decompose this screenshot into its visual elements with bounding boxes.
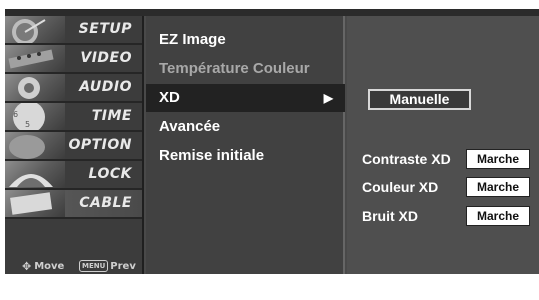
category-lock[interactable]: LOCK xyxy=(5,161,142,190)
menu-item-avancee[interactable]: Avancée xyxy=(146,113,345,141)
picture-menu: EZ Image Température Couleur XD ▶ Avancé… xyxy=(146,16,345,274)
prev-hint-label: Prev xyxy=(110,261,136,272)
category-label: TIME xyxy=(91,108,132,124)
category-label: AUDIO xyxy=(79,79,132,95)
category-video[interactable]: VIDEO xyxy=(5,45,142,74)
prev-hint: MENU Prev xyxy=(79,260,136,278)
menu-item-label: EZ Image xyxy=(159,31,226,48)
menu-key-icon: MENU xyxy=(79,260,109,272)
category-label: LOCK xyxy=(88,166,132,182)
speaker-icon xyxy=(5,74,65,101)
param-label: Bruit XD xyxy=(362,208,418,224)
menu-item-label: Avancée xyxy=(159,118,221,135)
param-label: Couleur XD xyxy=(362,179,439,195)
param-value-toggle[interactable]: Marche xyxy=(466,206,530,226)
xd-submenu xyxy=(347,16,539,274)
submenu-arrow-icon: ▶ xyxy=(323,91,333,105)
move-hint: ✥ Move xyxy=(22,260,64,278)
menu-item-label: Remise initiale xyxy=(159,147,265,164)
category-option[interactable]: OPTION xyxy=(5,132,142,161)
category-audio[interactable]: AUDIO xyxy=(5,74,142,103)
param-label: Contraste XD xyxy=(362,151,451,167)
option-tag-icon xyxy=(5,132,65,159)
category-time[interactable]: 65 TIME xyxy=(5,103,142,132)
menu-item-ez-image[interactable]: EZ Image xyxy=(146,26,345,54)
svg-text:6: 6 xyxy=(13,110,18,119)
menu-item-remise-initiale[interactable]: Remise initiale xyxy=(146,142,345,170)
menu-item-temperature-couleur[interactable]: Température Couleur xyxy=(146,55,345,83)
cable-icon xyxy=(5,190,65,217)
satellite-dish-icon xyxy=(5,16,65,43)
category-label: OPTION xyxy=(68,137,132,153)
film-reel-icon xyxy=(5,45,65,72)
category-label: VIDEO xyxy=(80,50,132,66)
category-label: SETUP xyxy=(78,21,132,37)
svg-text:5: 5 xyxy=(25,120,30,129)
four-way-arrows-icon: ✥ xyxy=(22,260,32,273)
menu-item-label: Température Couleur xyxy=(159,60,310,77)
tv-osd-screen: SETUP VIDEO AUDIO 65 TIME OPTION LOCK CA… xyxy=(0,0,539,300)
clock-icon: 65 xyxy=(5,103,65,130)
xd-mode-selector[interactable]: Manuelle xyxy=(368,89,471,110)
menu-item-xd[interactable]: XD ▶ xyxy=(146,84,345,112)
param-value-toggle[interactable]: Marche xyxy=(466,149,530,169)
menu-item-label: XD xyxy=(159,89,180,106)
category-sidebar: SETUP VIDEO AUDIO 65 TIME OPTION LOCK CA… xyxy=(5,16,144,274)
lock-icon xyxy=(5,161,65,188)
category-cable[interactable]: CABLE xyxy=(5,190,142,219)
move-hint-label: Move xyxy=(34,261,65,272)
category-label: CABLE xyxy=(79,195,132,211)
param-value-toggle[interactable]: Marche xyxy=(466,177,530,197)
category-setup[interactable]: SETUP xyxy=(5,16,142,45)
